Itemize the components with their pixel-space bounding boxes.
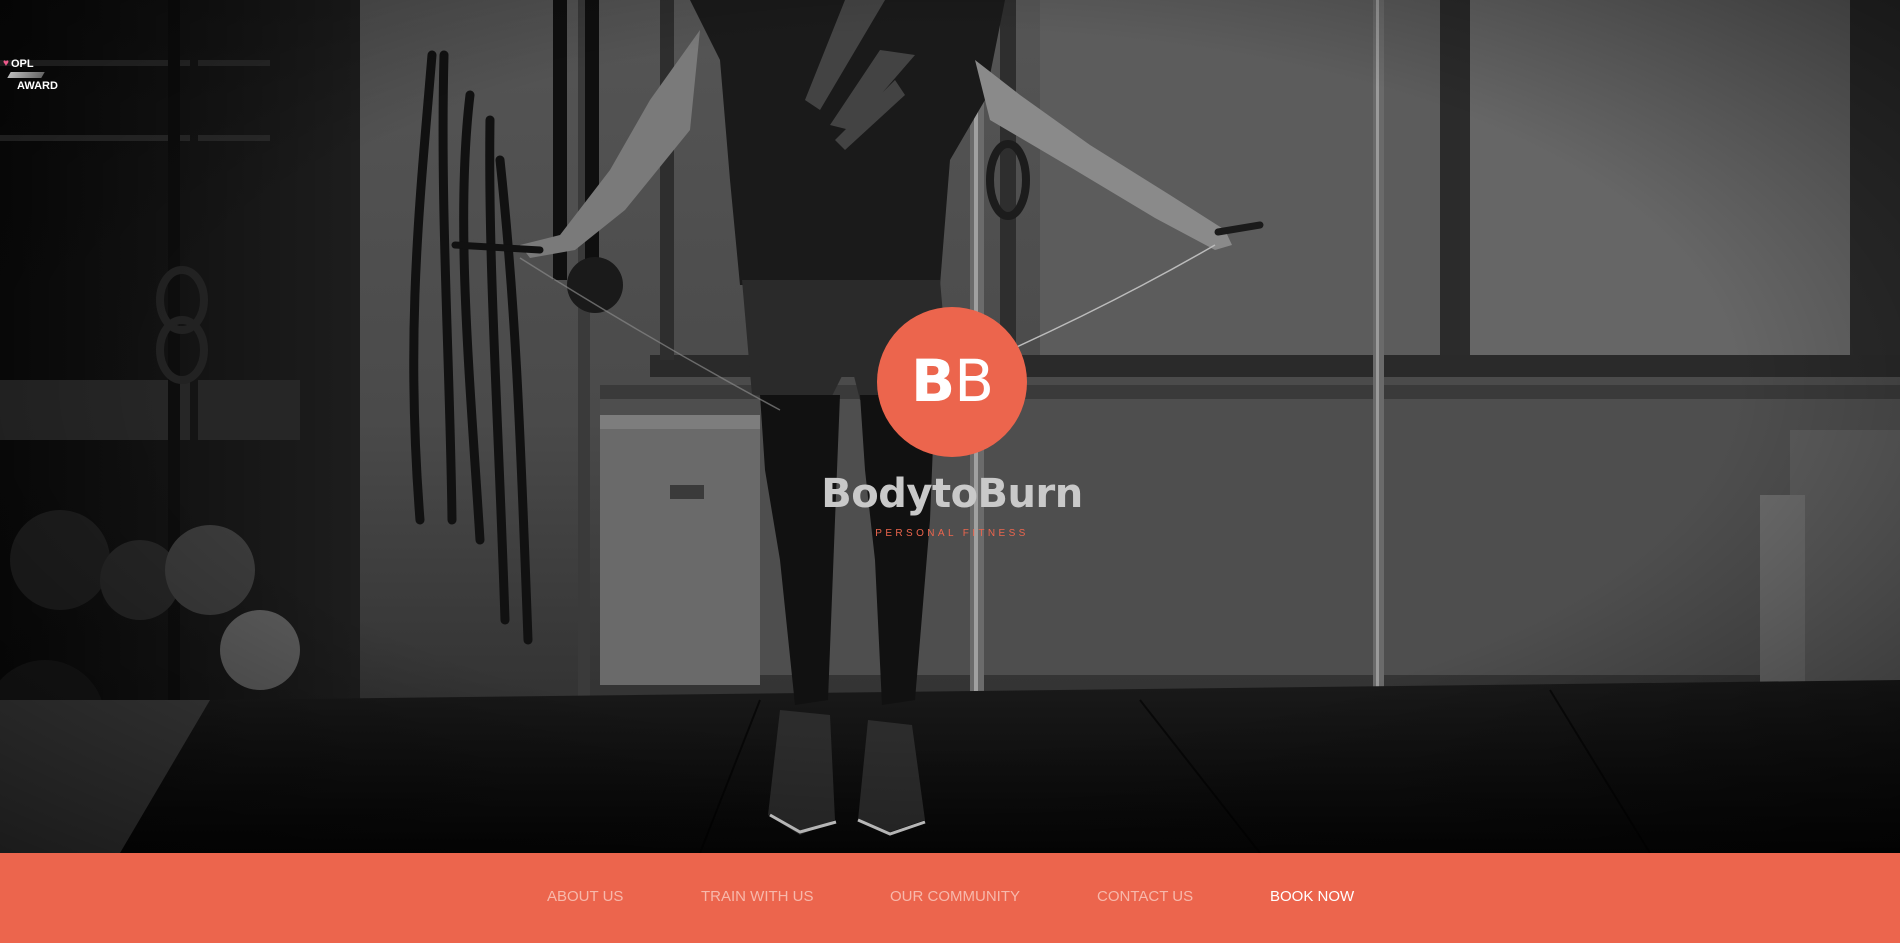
award-stripe	[7, 72, 45, 78]
monogram-letter-light: B	[954, 347, 994, 415]
award-row-top: ♥ OPL	[3, 57, 73, 71]
nav-item-book-now[interactable]: BOOK NOW	[1270, 887, 1354, 907]
logo-circle[interactable]: BB	[877, 307, 1027, 457]
nav-item-contact-us[interactable]: CONTACT US	[1097, 887, 1193, 907]
heart-icon: ♥	[3, 58, 9, 69]
main-navigation: ABOUT US TRAIN WITH US OUR COMMUNITY CON…	[0, 853, 1900, 943]
logo-monogram: BB	[911, 352, 994, 410]
page: ♥ OPL AWARD BB BodytoBurn PERSONAL FITNE…	[0, 0, 1900, 943]
monogram-letter-bold: B	[910, 347, 955, 415]
brand-name: BodytoBurn	[821, 471, 1083, 517]
nav-item-our-community[interactable]: OUR COMMUNITY	[890, 887, 1020, 907]
nav-item-train-with-us[interactable]: TRAIN WITH US	[701, 887, 814, 907]
award-badge[interactable]: ♥ OPL AWARD	[3, 57, 73, 93]
brand-tagline: PERSONAL FITNESS	[875, 528, 1029, 539]
nav-item-about-us[interactable]: ABOUT US	[547, 887, 623, 907]
award-line2: AWARD	[17, 80, 58, 92]
award-line1: OPL	[10, 58, 34, 70]
